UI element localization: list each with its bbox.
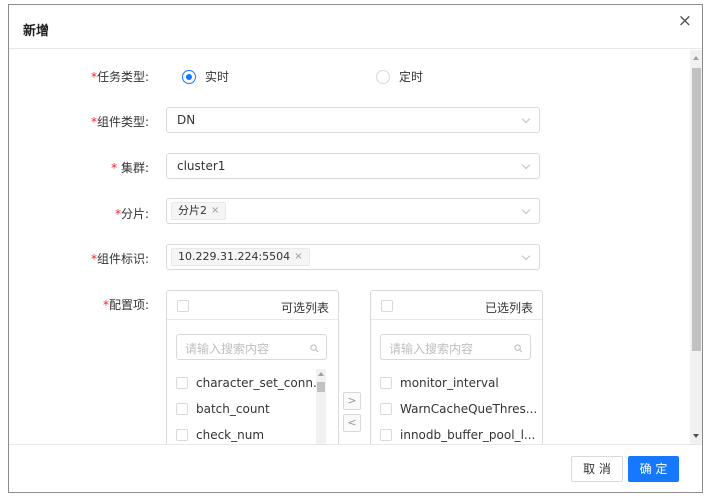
shard-label: *分片: <box>114 207 149 221</box>
transfer-selected-header: 已选列表 <box>371 291 542 320</box>
list-item[interactable]: monitor_interval <box>380 373 499 393</box>
dialog-header: 新增 × <box>9 5 702 49</box>
item-label: character_set_conn... <box>196 376 325 390</box>
scroll-up-icon[interactable] <box>693 56 699 60</box>
selected-search-input[interactable]: 请输入搜索内容 <box>380 334 531 360</box>
search-icon <box>514 344 523 353</box>
component-type-value: DN <box>177 113 196 127</box>
add-dialog: 新增 × *任务类型: 实时 定时 *组件类型: DN * 集群: cluste… <box>8 4 703 493</box>
scroll-thumb[interactable] <box>317 382 325 392</box>
radio-scheduled-label: 定时 <box>399 70 424 84</box>
available-list-scrollbar[interactable] <box>316 369 326 444</box>
transfer-selected-panel: 已选列表 请输入搜索内容 monitor_interval WarnCacheQ… <box>370 290 543 444</box>
component-id-label: *组件标识: <box>90 252 149 266</box>
shard-tag: 分片2 × <box>171 202 227 220</box>
list-item[interactable]: WarnCacheQueThres... <box>380 399 537 419</box>
item-checkbox[interactable] <box>176 429 188 441</box>
scroll-up-icon[interactable] <box>318 372 324 376</box>
item-checkbox[interactable] <box>380 377 392 389</box>
item-label: check_num <box>196 428 265 442</box>
dialog-scrollbar[interactable] <box>690 50 702 444</box>
component-type-select[interactable]: DN <box>166 107 540 133</box>
chevron-down-icon <box>521 114 531 124</box>
dialog-footer: 取 消 确 定 <box>9 444 702 493</box>
radio-circle-checked <box>182 69 196 84</box>
cancel-button[interactable]: 取 消 <box>571 456 623 482</box>
radio-realtime-label: 实时 <box>205 70 230 84</box>
config-items-label: *配置项: <box>102 298 149 312</box>
item-checkbox[interactable] <box>380 429 392 441</box>
item-label: batch_count <box>196 402 270 416</box>
list-item[interactable]: check_num <box>176 425 264 444</box>
item-label: WarnCacheQueThres... <box>400 402 538 416</box>
scroll-thumb[interactable] <box>692 68 701 351</box>
list-item[interactable]: batch_count <box>176 399 270 419</box>
chevron-down-icon <box>521 160 531 170</box>
cluster-select[interactable]: cluster1 <box>166 153 540 179</box>
search-placeholder: 请输入搜索内容 <box>185 342 270 356</box>
item-checkbox[interactable] <box>380 403 392 415</box>
move-right-button[interactable]: > <box>343 392 361 410</box>
item-checkbox[interactable] <box>176 403 188 415</box>
transfer-available-header: 可选列表 <box>167 291 338 320</box>
item-checkbox[interactable] <box>176 377 188 389</box>
component-id-select[interactable]: 10.229.31.224:5504 × <box>166 244 540 270</box>
tag-close-icon[interactable]: × <box>294 249 302 265</box>
search-placeholder: 请输入搜索内容 <box>389 342 474 356</box>
transfer-available-panel: 可选列表 请输入搜索内容 character_set_conn... batch… <box>166 290 339 444</box>
chevron-down-icon <box>521 251 531 261</box>
component-id-tag: 10.229.31.224:5504 × <box>171 248 310 266</box>
shard-select[interactable]: 分片2 × <box>166 198 540 224</box>
task-type-label: *任务类型: <box>90 70 149 84</box>
cluster-value: cluster1 <box>177 159 226 173</box>
move-left-button[interactable]: < <box>343 414 361 432</box>
cluster-label: * 集群: <box>111 161 149 175</box>
list-item[interactable]: character_set_conn... <box>176 373 324 393</box>
item-label: monitor_interval <box>400 376 499 390</box>
item-label: innodb_buffer_pool_l... <box>400 428 536 442</box>
radio-circle <box>376 69 390 84</box>
shard-tag-label: 分片2 <box>178 204 207 217</box>
required-mark: * <box>111 161 121 175</box>
radio-scheduled[interactable]: 定时 <box>376 68 423 85</box>
search-icon <box>310 344 319 353</box>
list-item[interactable]: innodb_buffer_pool_l... <box>380 425 535 444</box>
dialog-title: 新增 <box>23 24 50 39</box>
select-all-available-checkbox[interactable] <box>177 300 189 312</box>
dialog-body: *任务类型: 实时 定时 *组件类型: DN * 集群: cluster1 *分… <box>9 50 702 444</box>
component-id-tag-label: 10.229.31.224:5504 <box>178 250 291 263</box>
radio-realtime[interactable]: 实时 <box>182 68 229 85</box>
transfer-selected-title: 已选列表 <box>484 301 533 315</box>
available-search-input[interactable]: 请输入搜索内容 <box>176 334 327 360</box>
transfer-available-title: 可选列表 <box>280 301 329 315</box>
select-all-selected-checkbox[interactable] <box>381 300 393 312</box>
tag-close-icon[interactable]: × <box>211 203 219 219</box>
chevron-down-icon <box>521 205 531 215</box>
scroll-down-icon[interactable] <box>693 434 699 438</box>
component-type-label: *组件类型: <box>90 115 149 129</box>
confirm-button[interactable]: 确 定 <box>628 456 679 482</box>
close-icon[interactable]: × <box>678 13 692 30</box>
